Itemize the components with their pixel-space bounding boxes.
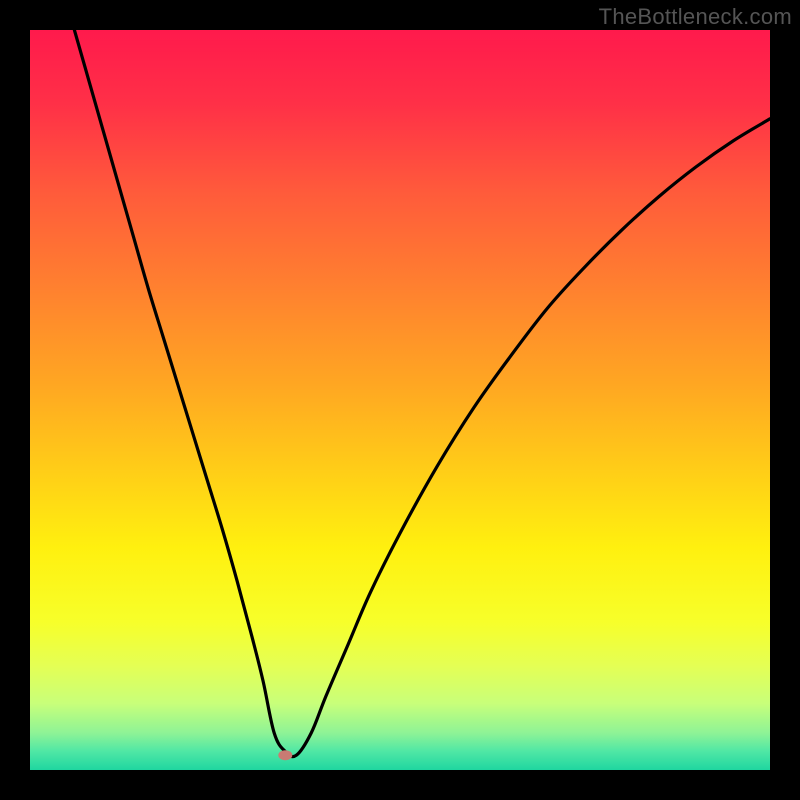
valley-marker	[278, 750, 292, 760]
watermark-text: TheBottleneck.com	[599, 4, 792, 30]
chart-svg	[30, 30, 770, 770]
gradient-background	[30, 30, 770, 770]
plot-area	[30, 30, 770, 770]
chart-frame: TheBottleneck.com	[0, 0, 800, 800]
